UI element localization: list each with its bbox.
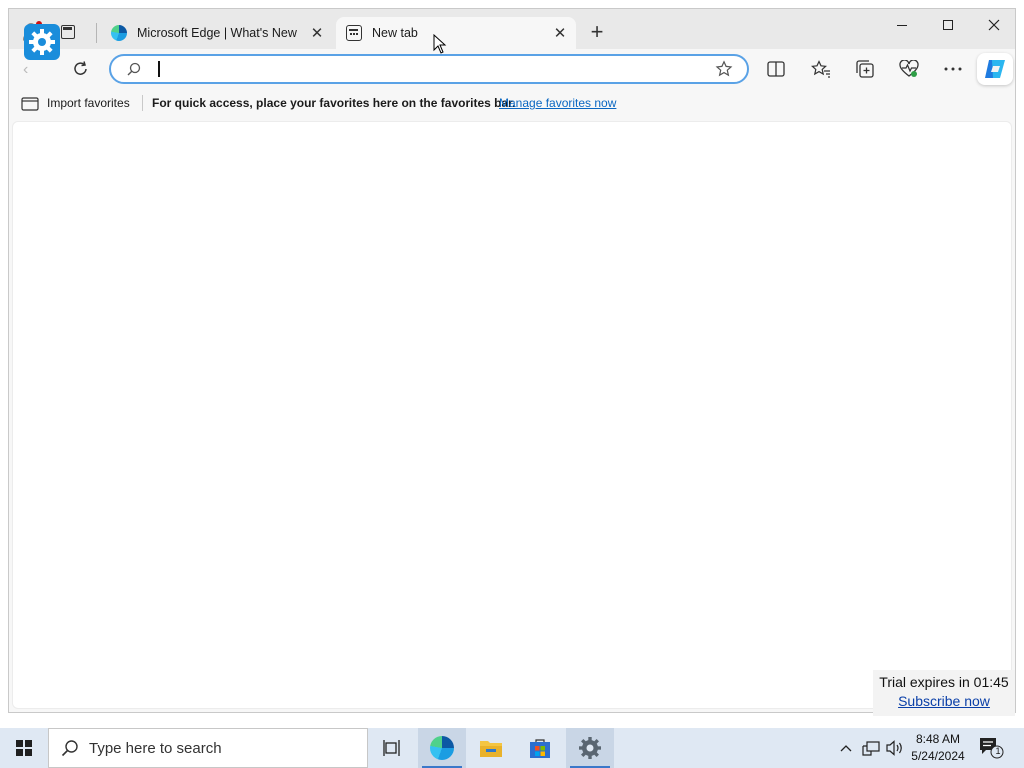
windows-logo-icon <box>16 740 32 756</box>
task-view-icon <box>383 740 400 756</box>
trial-expiry-text: Trial expires in 01:45 <box>879 674 1009 690</box>
search-icon <box>127 62 141 76</box>
maximize-button[interactable] <box>925 9 971 41</box>
subscribe-link[interactable]: Subscribe now <box>873 693 1015 709</box>
tab-title: New tab <box>372 26 418 40</box>
tab-new-tab[interactable]: New tab ✕ <box>336 17 576 49</box>
browser-toolbar: ‹ <box>9 49 1015 89</box>
network-icon[interactable] <box>860 728 882 768</box>
split-screen-icon[interactable] <box>766 59 786 79</box>
browser-window: Microsoft Edge | What's New ✕ New tab ✕ … <box>8 8 1016 713</box>
manage-favorites-link[interactable]: Manage favorites now <box>499 96 616 110</box>
show-hidden-icons-button[interactable] <box>836 728 856 768</box>
favorites-bar-divider <box>142 95 143 111</box>
taskbar-search-placeholder: Type here to search <box>89 739 222 757</box>
close-tab-icon[interactable]: ✕ <box>552 25 568 42</box>
refresh-button[interactable] <box>71 59 91 79</box>
browser-essentials-icon[interactable] <box>899 59 919 79</box>
taskbar: Type here to search 8:48 AM 5/24/2024 1 <box>0 728 1024 768</box>
clock-time: 8:48 AM <box>915 732 961 746</box>
tab-whats-new[interactable]: Microsoft Edge | What's New ✕ <box>101 17 333 49</box>
start-button[interactable] <box>0 728 48 768</box>
volume-icon[interactable] <box>884 728 906 768</box>
close-icon <box>988 19 1000 31</box>
store-icon <box>530 739 550 758</box>
edge-logo-icon <box>430 736 454 760</box>
mouse-cursor-icon <box>433 34 447 54</box>
edge-logo-icon <box>111 25 127 41</box>
new-tab-plus-icon[interactable]: + <box>587 21 607 43</box>
taskbar-settings[interactable] <box>566 728 614 768</box>
copilot-icon <box>985 60 1005 78</box>
address-input[interactable] <box>157 59 697 79</box>
task-view-button[interactable] <box>368 728 416 768</box>
close-window-button[interactable] <box>971 9 1017 41</box>
text-caret <box>158 61 160 77</box>
taskbar-microsoft-store[interactable] <box>516 728 564 768</box>
maximize-icon <box>943 20 953 30</box>
add-favorite-star-icon[interactable] <box>715 60 733 78</box>
collections-icon[interactable] <box>855 59 875 79</box>
notification-center-button[interactable]: 1 <box>978 736 1004 760</box>
tab-actions-icon[interactable] <box>61 25 75 39</box>
trial-notice: Trial expires in 01:45 Subscribe now <box>873 670 1015 716</box>
taskbar-search-box[interactable]: Type here to search <box>48 728 368 768</box>
address-bar[interactable] <box>109 54 749 84</box>
notification-count-badge: 1 <box>995 746 1001 756</box>
tab-title: Microsoft Edge | What's New <box>137 26 297 40</box>
minimize-button[interactable] <box>879 9 925 41</box>
import-favorites-button[interactable]: Import favorites <box>47 96 130 110</box>
page-content <box>12 121 1012 709</box>
taskbar-clock[interactable]: 8:48 AM 5/24/2024 <box>906 731 970 765</box>
chevron-up-icon <box>840 745 852 752</box>
settings-gear-icon <box>579 737 601 759</box>
search-icon <box>61 740 78 757</box>
favorites-icon[interactable] <box>811 59 831 79</box>
tab-strip: Microsoft Edge | What's New ✕ New tab ✕ … <box>9 9 1015 49</box>
taskbar-file-explorer[interactable] <box>467 728 515 768</box>
folder-icon <box>480 741 502 757</box>
close-tab-icon[interactable]: ✕ <box>309 25 325 42</box>
import-favorites-icon[interactable] <box>21 95 39 111</box>
refresh-icon <box>74 61 87 75</box>
more-options-icon[interactable] <box>943 59 963 79</box>
back-icon[interactable]: ‹ <box>23 61 39 78</box>
favorites-bar: Import favorites For quick access, place… <box>9 89 1015 117</box>
new-tab-icon <box>346 25 362 41</box>
settings-gear-icon[interactable] <box>24 24 60 60</box>
copilot-button[interactable] <box>977 53 1013 85</box>
favorites-bar-message: For quick access, place your favorites h… <box>152 96 516 110</box>
taskbar-edge[interactable] <box>418 728 466 768</box>
clock-date: 5/24/2024 <box>911 749 965 763</box>
minimize-icon <box>897 24 907 26</box>
tab-divider <box>96 23 97 43</box>
